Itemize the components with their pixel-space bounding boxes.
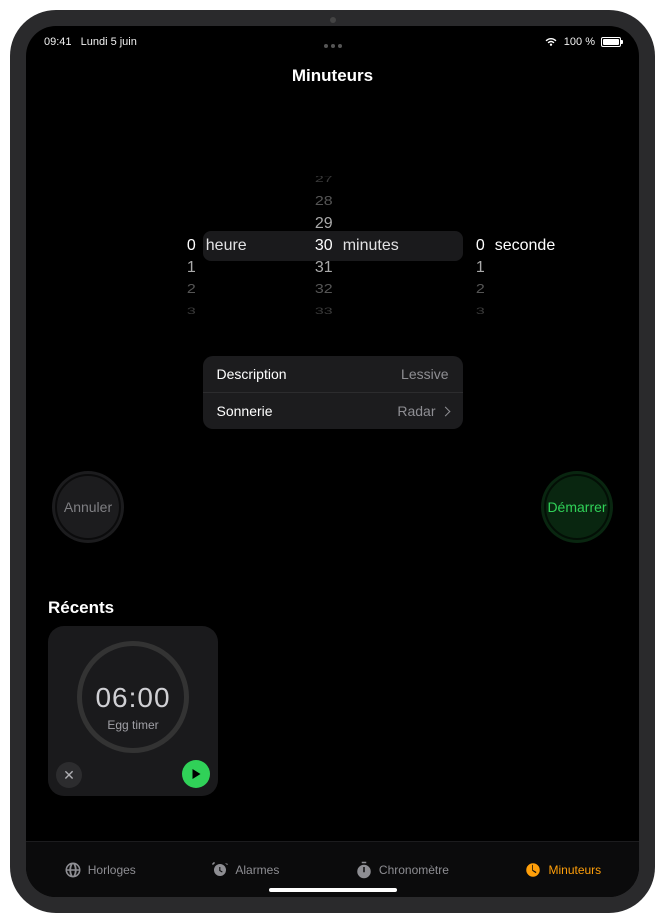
seconds-value: 0 (476, 235, 485, 257)
battery-percent: 100 % (564, 36, 595, 48)
tab-label: Chronomètre (379, 863, 449, 877)
description-row[interactable]: Description Lessive (203, 356, 463, 392)
recent-timer-card[interactable]: 06:00 Egg timer ✕ (48, 626, 218, 796)
start-button[interactable]: Démarrer (541, 471, 613, 543)
time-picker[interactable]: 0 1 2 3 heure 27 28 29 30 31 32 33 minut… (26, 176, 639, 316)
sound-label: Sonnerie (217, 403, 273, 419)
battery-icon (601, 37, 621, 47)
status-time: 09:41 (44, 36, 72, 48)
hours-value: 0 (187, 235, 196, 257)
tab-label: Alarmes (235, 863, 279, 877)
page-title: Minuteurs (26, 66, 639, 86)
description-label: Description (217, 366, 287, 382)
sound-value: Radar (397, 403, 435, 419)
tab-label: Horloges (88, 863, 136, 877)
picker-seconds[interactable]: 0 1 2 3 seconde (399, 176, 556, 316)
recent-play-button[interactable] (182, 760, 210, 788)
tab-alarms[interactable]: Alarmes (211, 861, 279, 879)
recents-heading: Récents (48, 598, 114, 618)
play-icon (191, 768, 202, 780)
status-left: 09:41 Lundi 5 juin (44, 36, 143, 48)
alarm-icon (211, 861, 229, 879)
status-date: Lundi 5 juin (81, 36, 137, 48)
tab-label: Minuteurs (548, 863, 601, 877)
sound-row[interactable]: Sonnerie Radar (203, 392, 463, 429)
globe-icon (64, 861, 82, 879)
seconds-unit: seconde (495, 237, 556, 255)
status-right: 100 % (544, 36, 621, 48)
timer-settings: Description Lessive Sonnerie Radar (203, 356, 463, 429)
cancel-button[interactable]: Annuler (52, 471, 124, 543)
status-bar: 09:41 Lundi 5 juin 100 % (26, 26, 639, 52)
description-value: Lessive (401, 366, 448, 382)
stopwatch-icon (355, 861, 373, 879)
tab-world-clock[interactable]: Horloges (64, 861, 136, 879)
tab-timers[interactable]: Minuteurs (524, 861, 601, 879)
chevron-right-icon (440, 406, 450, 416)
recent-time: 06:00 (48, 682, 218, 714)
ipad-frame: 09:41 Lundi 5 juin 100 % Minuteurs 0 (10, 10, 655, 913)
camera-dot (330, 17, 336, 23)
minutes-value: 30 (315, 235, 333, 257)
wifi-icon (544, 37, 558, 47)
recent-label: Egg timer (48, 718, 218, 732)
home-indicator[interactable] (269, 888, 397, 892)
multitask-dots[interactable] (324, 44, 342, 48)
recent-remove-button[interactable]: ✕ (56, 762, 82, 788)
timer-icon (524, 861, 542, 879)
screen: 09:41 Lundi 5 juin 100 % Minuteurs 0 (26, 26, 639, 897)
close-icon: ✕ (63, 768, 75, 782)
tab-stopwatch[interactable]: Chronomètre (355, 861, 449, 879)
